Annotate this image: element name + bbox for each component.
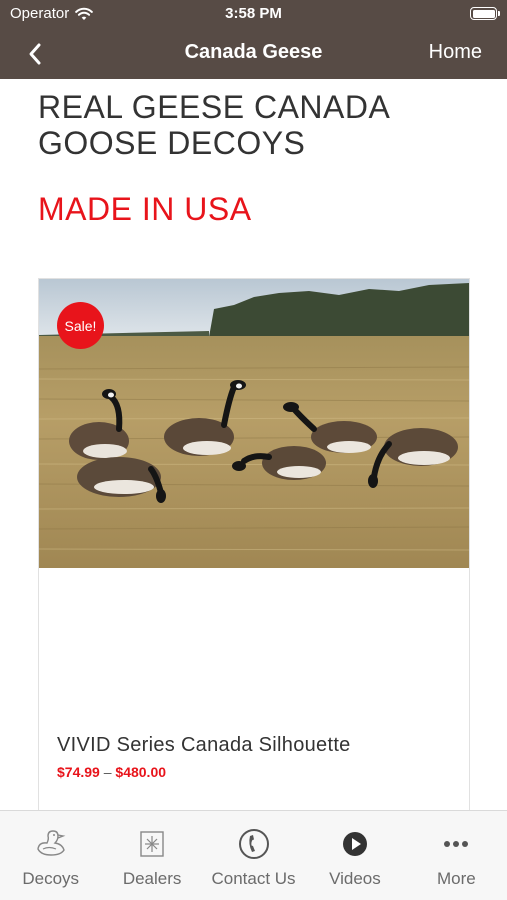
duck-decoy-icon [36,830,66,856]
product-image[interactable]: Sale! [39,279,469,568]
tab-more[interactable]: More [406,811,507,900]
play-icon [342,832,367,856]
price-high: $480.00 [115,764,167,780]
status-time: 3:58 PM [225,5,282,22]
tab-label: More [436,869,476,888]
home-button[interactable]: Home [429,41,482,64]
tab-label: Contact Us [211,869,296,888]
main-content[interactable]: REAL GEESE CANADA GOOSE DECOYS MADE IN U… [0,79,507,810]
status-bar: Operator 3:58 PM [0,0,507,28]
back-chevron-icon[interactable] [22,40,50,68]
tab-bar: Decoys Dealers Contact Us Videos More [0,810,507,900]
tab-label: Dealers [122,869,182,888]
more-dots-icon [444,841,469,847]
product-heading: REAL GEESE CANADA GOOSE DECOYS [38,89,389,161]
product-card[interactable]: Sale! VIVID Series Canada Silhouette $74… [38,278,470,810]
dealer-sign-icon [140,831,164,857]
battery-icon [470,7,500,20]
tab-label: Decoys [22,869,80,888]
tab-dealers[interactable]: Dealers [101,811,202,900]
tab-label: Videos [329,869,381,888]
made-in-usa-text: MADE IN USA [38,191,252,227]
sale-badge: Sale! [57,302,104,349]
phone-icon [238,829,269,859]
price-low: $74.99 [57,764,100,780]
price-separator: – [103,764,112,780]
tab-decoys[interactable]: Decoys [0,811,101,900]
navigation-bar: Canada Geese Home [0,28,507,79]
tab-videos[interactable]: Videos [304,811,405,900]
tab-contact-us[interactable]: Contact Us [203,811,304,900]
product-title[interactable]: VIVID Series Canada Silhouette [57,734,351,757]
product-price-range: $74.99 – $480.00 [57,764,166,780]
